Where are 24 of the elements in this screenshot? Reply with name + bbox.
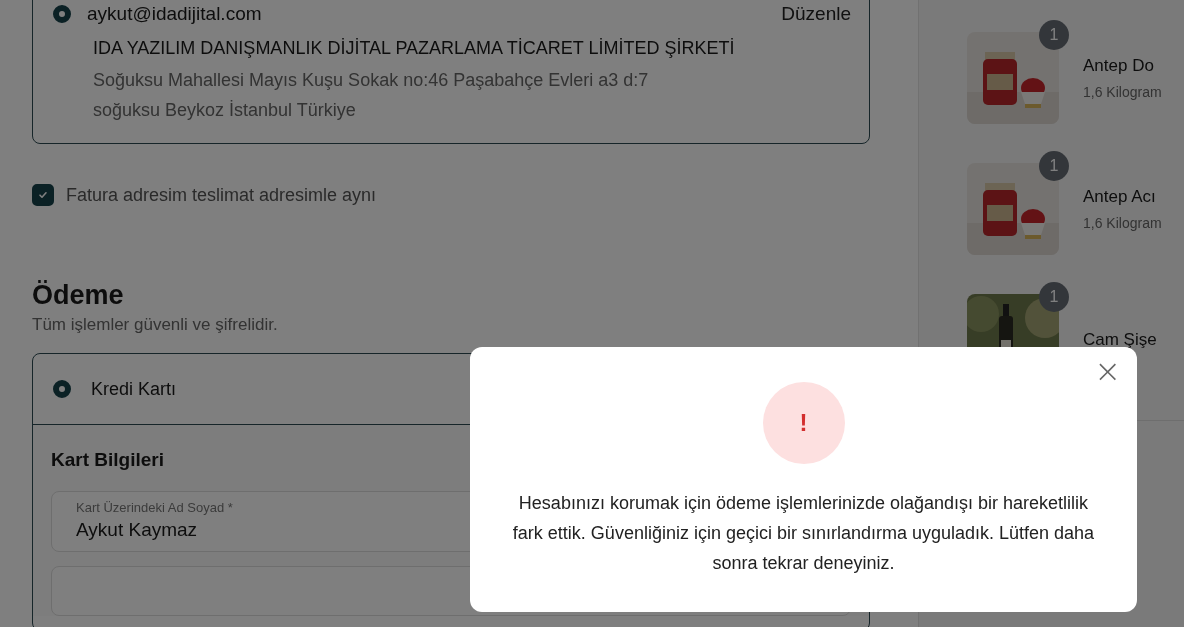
quantity-badge: 1	[1039, 151, 1069, 181]
product-name: Cam Şişe	[1083, 330, 1157, 350]
radio-button[interactable]	[53, 380, 71, 398]
quantity-badge: 1	[1039, 282, 1069, 312]
address-line: soğuksu Beykoz İstanbul Türkiye	[93, 99, 357, 122]
product-weight: 1,6 Kilogram	[1083, 215, 1162, 231]
close-button[interactable]: ×	[1090, 355, 1125, 387]
email-text: aykut@idadijital.com	[87, 3, 263, 25]
address-card[interactable]: aykut@idadijital.com Düzenle IDA YAZILIM DANIŞMANLIK DİJİTAL PAZARLAMA TİCARET LİMİTED ŞİRKETİ Soğuksu Mahallesi Mayıs Kuşu Sokak no:46 Paşabahçe Evleri a3 d:7 soğuksu Beykoz İstanbul Türkiye	[32, 0, 870, 144]
company-name: IDA YAZILIM DANIŞMANLIK DİJİTAL PAZARLAMA TİCARET LİMİTED ŞİRKETİ	[93, 38, 736, 59]
radio-button[interactable]	[53, 5, 71, 23]
address-line: Soğuksu Mahallesi Mayıs Kuşu Sokak no:46 Paşabahçe Evleri a3 d:7	[93, 69, 650, 92]
section-title: Ödeme	[32, 280, 125, 311]
quantity-badge: 1	[1039, 20, 1069, 50]
check-icon	[37, 189, 49, 201]
warning-icon: !	[762, 382, 845, 464]
product-name: Antep Do	[1083, 56, 1155, 76]
checkbox-label: Fatura adresim teslimat adresimle aynı	[66, 184, 377, 206]
checkbox[interactable]	[32, 184, 54, 206]
section-subtitle: Tüm işlemler güvenli ve şifrelidir.	[32, 315, 279, 335]
card-info-title: Kart Bilgileri	[51, 449, 165, 471]
product-weight: 1,6 Kilogram	[1083, 84, 1162, 100]
product-name: Antep Acı	[1083, 187, 1157, 207]
edit-link[interactable]: Düzenle	[781, 3, 851, 25]
